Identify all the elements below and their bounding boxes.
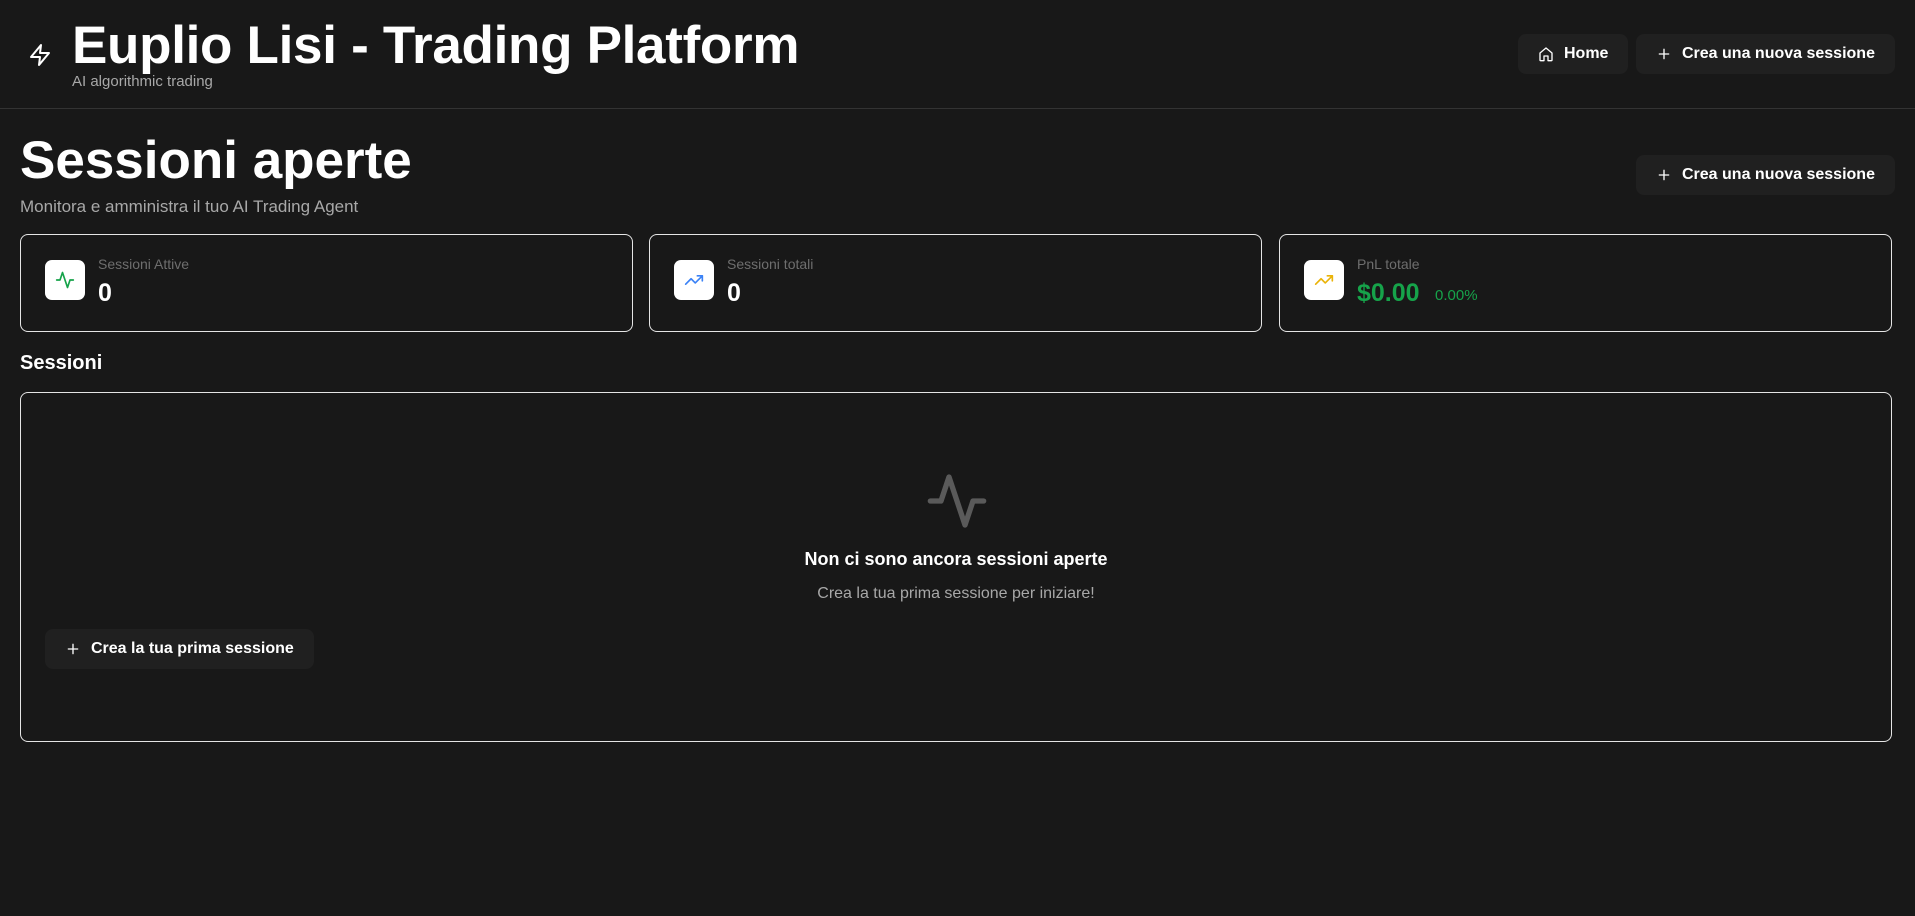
home-icon <box>1539 47 1553 62</box>
sessions-panel: Non ci sono ancora sessioni aperte Crea … <box>20 392 1892 742</box>
stat-card-total-sessions: Sessioni totali 0 <box>649 234 1262 332</box>
stat-card-active-sessions: Sessioni Attive 0 <box>20 234 633 332</box>
stat-value: $0.00 <box>1357 279 1420 307</box>
activity-icon <box>45 260 85 300</box>
zap-icon <box>30 44 50 66</box>
stat-percent: 0.00% <box>1435 287 1478 304</box>
stat-label: Sessioni Attive <box>98 256 190 272</box>
stat-value: 0 <box>98 279 112 307</box>
sessions-section-title: Sessioni <box>20 352 103 374</box>
stat-card-total-pnl: PnL totale $0.00 0.00% <box>1279 234 1892 332</box>
create-first-session-label: Crea la tua prima sessione <box>91 640 294 657</box>
stat-label: Sessioni totali <box>727 256 814 272</box>
empty-state-subtitle: Crea la tua prima sessione per iniziare! <box>817 585 1095 602</box>
new-session-button-label: Crea una nuova sessione <box>1682 45 1875 62</box>
home-button-label: Home <box>1564 45 1609 62</box>
app-subtitle: AI algorithmic trading <box>72 73 213 90</box>
create-first-session-button[interactable]: Crea la tua prima sessione <box>45 629 314 669</box>
page-title: Sessioni aperte <box>20 131 412 190</box>
plus-icon <box>1658 169 1670 181</box>
new-session-button-label: Crea una nuova sessione <box>1682 166 1875 183</box>
stat-value: 0 <box>727 279 741 307</box>
activity-icon <box>927 474 987 528</box>
stat-label: PnL totale <box>1357 256 1420 272</box>
empty-state-title: Non ci sono ancora sessioni aperte <box>804 549 1108 569</box>
plus-icon <box>1658 48 1670 60</box>
app-header: Euplio Lisi - Trading Platform AI algori… <box>0 0 1915 109</box>
app-title: Euplio Lisi - Trading Platform <box>72 16 800 75</box>
trending-up-icon <box>1304 260 1344 300</box>
new-session-button-page[interactable]: Crea una nuova sessione <box>1636 155 1895 195</box>
plus-icon <box>67 643 79 655</box>
new-session-button[interactable]: Crea una nuova sessione <box>1636 34 1895 74</box>
home-button[interactable]: Home <box>1518 34 1629 74</box>
trending-up-icon <box>674 260 714 300</box>
page-subtitle: Monitora e amministra il tuo AI Trading … <box>20 197 359 216</box>
